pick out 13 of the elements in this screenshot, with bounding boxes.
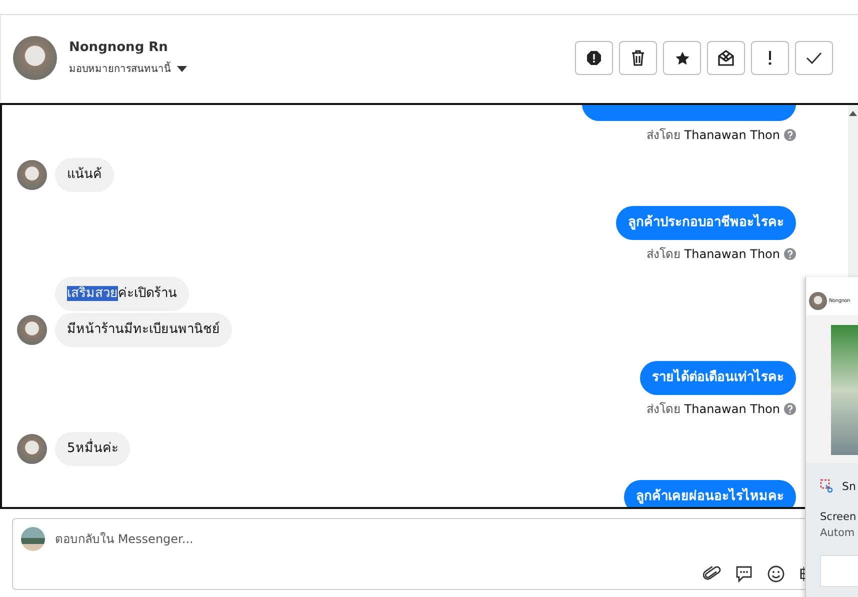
app-name: Sn [842,480,856,492]
message-bubble: มีหน้าร้านมีทะเบียนพานิชย์ [55,313,232,347]
message-bubble: ลูกค้าเคยผ่อนอะไรไหมคะ [624,480,796,507]
message-bubble: ลูกค้าประกอบอาชีพอะไรคะ [616,206,796,240]
sent-by-label: ส่งโดย Thanawan Thon [646,246,780,263]
sent-by-label: ส่งโดย Thanawan Thon [646,401,780,418]
message-bubble: รายได้ต่อเดือนเท่าไรคะ [640,361,796,395]
sent-by-label: ส่งโดย Thanawan Thon [646,127,780,144]
message-bubble: 5หมื่นค่ะ [55,432,130,466]
contact-name: Nongnong Rn [69,40,169,55]
message-bubble: แน้นค้ [55,158,114,192]
message-bubble: เสริมสวยค่ะเปิดร้าน [55,277,189,311]
notification-text: Autom [820,527,856,539]
